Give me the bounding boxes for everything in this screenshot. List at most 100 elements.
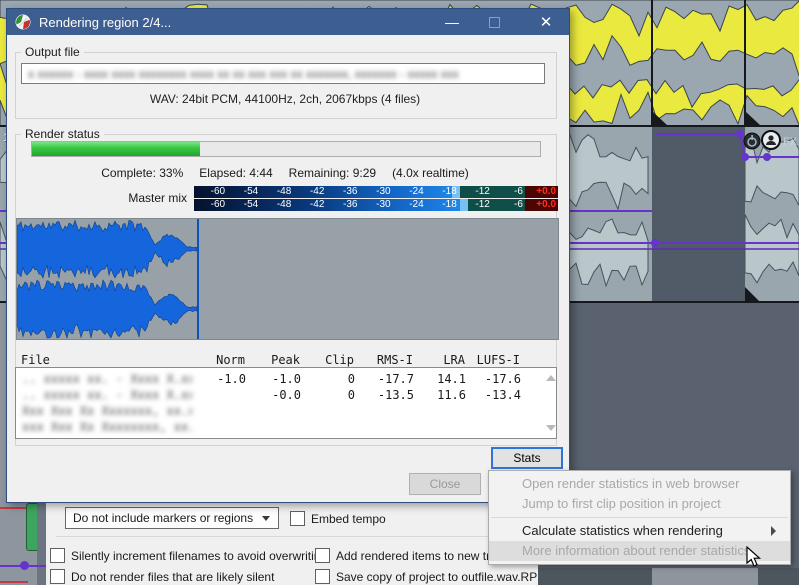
menu-item-calc-stats[interactable]: Calculate statistics when rendering xyxy=(489,521,790,541)
meter-tick-label: -54 xyxy=(243,199,259,210)
envelope-point[interactable] xyxy=(736,130,744,138)
close-window-button[interactable]: ✕ xyxy=(529,9,563,35)
lra-value: 11.6 xyxy=(437,388,466,402)
timeline-block xyxy=(758,568,799,585)
meter-tick-label: -48 xyxy=(276,199,292,210)
table-row[interactable]: Xxx Xxx Xx Xxxxxxx, xx.xx xyxy=(22,403,556,419)
fx-label[interactable]: FX xyxy=(783,136,798,148)
dropdown-value: Do not include markers or regions xyxy=(73,511,254,525)
col-lufs[interactable]: LUFS-I xyxy=(465,353,520,367)
meter-tick-label: -24 xyxy=(409,199,424,210)
meter-tick-label: -48 xyxy=(276,186,292,197)
col-file[interactable]: File xyxy=(21,353,191,367)
col-norm[interactable]: Norm xyxy=(191,353,245,367)
meter-tick-label: -18 xyxy=(442,186,457,197)
envelope-power-icon[interactable] xyxy=(743,132,761,150)
lra-value: 14.1 xyxy=(437,372,466,386)
checkbox-icon[interactable] xyxy=(315,548,330,563)
markers-regions-dropdown[interactable]: Do not include markers or regions xyxy=(65,507,279,529)
save-copy-checkbox[interactable]: Save copy of project to outfile.wav.RPP xyxy=(315,569,575,584)
menu-item-jump-first-clip[interactable]: Jump to first clip position in project xyxy=(489,494,790,514)
table-row[interactable]: .. xxxxx xx. - Xxxx X.xxx -0.0 0 -13.5 1… xyxy=(22,387,556,403)
envelope-point[interactable] xyxy=(741,153,749,161)
meter-tick-label: -36 xyxy=(343,186,358,197)
output-file-group-label: Output file xyxy=(21,45,84,59)
master-mix-label: Master mix xyxy=(128,191,187,205)
stats-file-list[interactable]: .. xxxxx xx. - Xxxx X.xxx -1.0 -1.0 0 -1… xyxy=(15,367,557,439)
meter-tick-label: -12 xyxy=(475,199,490,210)
meter-tick-label: -18 xyxy=(442,199,457,210)
col-peak[interactable]: Peak xyxy=(245,353,300,367)
checkbox-icon[interactable] xyxy=(50,569,65,584)
timeline-marker-line xyxy=(0,581,28,583)
render-status-group-label: Render status xyxy=(21,127,104,141)
chevron-down-icon xyxy=(262,516,270,521)
reaper-logo-icon xyxy=(15,14,31,30)
table-row[interactable]: .. xxxxx xx. - Xxxx X.xxx -1.0 -1.0 0 -1… xyxy=(22,371,556,387)
maximize-icon xyxy=(488,16,500,28)
close-button[interactable]: Close xyxy=(409,473,481,495)
master-mix-meter: -60 -54 -48 -42 -36 -30 -24 -18 -12 -6 +0.0 -60 -54… xyxy=(194,186,558,211)
file-name: .. xxxxx xx. - Xxxx X.xxx xyxy=(22,388,192,402)
groupbox-border xyxy=(56,536,534,537)
col-clip[interactable]: Clip xyxy=(300,353,354,367)
render-progress-dialog: Rendering region 2/4... — ✕ Output file … xyxy=(6,8,570,503)
menu-item-label: Calculate statistics when rendering xyxy=(522,523,723,538)
menu-item-more-info[interactable]: More information about render statistics xyxy=(489,541,790,561)
track-divider xyxy=(37,503,46,585)
clip-value: 0 xyxy=(347,372,355,386)
dialog-title: Rendering region 2/4... xyxy=(39,14,172,30)
remaining-time: Remaining: 9:29 xyxy=(288,166,377,180)
screen: FX 1/2: Home_v3... 1/2: Home_v3... Do no… xyxy=(0,0,799,585)
meter-tick-label: -54 xyxy=(243,186,259,197)
meter-tick-label: -6 xyxy=(514,186,523,197)
realtime-factor: (4.0x realtime) xyxy=(392,166,469,180)
envelope-point[interactable] xyxy=(20,561,29,570)
meter-tick-label: -6 xyxy=(514,199,523,210)
file-name: .. xxxxx xx. - Xxxx X.xxx xyxy=(22,372,192,386)
render-cursor xyxy=(197,219,199,339)
meter-tick-label: +0.0 xyxy=(536,199,557,210)
meter-tick-label: -60 xyxy=(210,199,226,210)
lufs-value: -13.4 xyxy=(484,388,521,402)
list-scrollbar[interactable] xyxy=(543,369,556,437)
meter-tick-label: -30 xyxy=(376,186,391,197)
checkbox-icon[interactable] xyxy=(315,569,330,584)
output-file-path-field[interactable]: x xxxxxx - xxxx xxxx xxxxxxxx xxxx xx xx… xyxy=(21,63,545,84)
meter-tick-label: +0.0 xyxy=(536,186,557,197)
menu-item-open-browser[interactable]: Open render statistics in web browser xyxy=(489,474,790,494)
norm-value: -1.0 xyxy=(217,372,246,386)
envelope-arm-icon[interactable] xyxy=(761,130,781,150)
dialog-titlebar[interactable]: Rendering region 2/4... — ✕ xyxy=(7,9,569,35)
rms-value: -13.5 xyxy=(377,388,414,402)
checkbox-icon[interactable] xyxy=(50,548,65,563)
file-name: Xxx Xxx Xx Xxxxxxx, xx.xx xyxy=(22,404,192,418)
stats-button[interactable]: Stats xyxy=(491,447,563,469)
meter-tick-label: -36 xyxy=(343,199,358,210)
meter-channel-right: -60 -54 -48 -42 -36 -30 -24 -18 -12 -6 +0.0 xyxy=(194,199,558,211)
peak-value: -1.0 xyxy=(272,372,301,386)
silently-increment-checkbox[interactable]: Silently increment filenames to avoid ov… xyxy=(50,548,350,563)
stats-table-header: File Norm Peak Clip RMS-I LRA LUFS-I xyxy=(21,353,541,367)
scrollbar-thumb[interactable] xyxy=(652,568,758,585)
mouse-cursor xyxy=(746,546,762,567)
col-rms[interactable]: RMS-I xyxy=(354,353,413,367)
meter-tick-label: -60 xyxy=(210,186,226,197)
checkbox-icon[interactable] xyxy=(290,511,305,526)
no-silent-files-checkbox[interactable]: Do not render files that are likely sile… xyxy=(50,569,350,584)
rms-value: -17.7 xyxy=(377,372,414,386)
render-format-info: WAV: 24bit PCM, 44100Hz, 2ch, 2067kbps (… xyxy=(149,92,421,106)
envelope-point[interactable] xyxy=(763,153,771,161)
scroll-down-icon[interactable] xyxy=(546,425,556,431)
timeline-block xyxy=(538,568,652,585)
render-progress-bar xyxy=(31,141,541,157)
submenu-arrow-icon xyxy=(771,526,776,536)
envelope-point[interactable] xyxy=(651,239,659,247)
maximize-button[interactable] xyxy=(477,9,511,35)
norm-value xyxy=(192,387,246,403)
col-lra[interactable]: LRA xyxy=(413,353,465,367)
scroll-up-icon[interactable] xyxy=(546,375,556,381)
table-row[interactable]: xxx Xxx Xx Xxxxxxxx, xx.xx xyxy=(22,419,556,435)
checkbox-label: Silently increment filenames to avoid ov… xyxy=(71,548,328,563)
minimize-button[interactable]: — xyxy=(435,9,469,35)
